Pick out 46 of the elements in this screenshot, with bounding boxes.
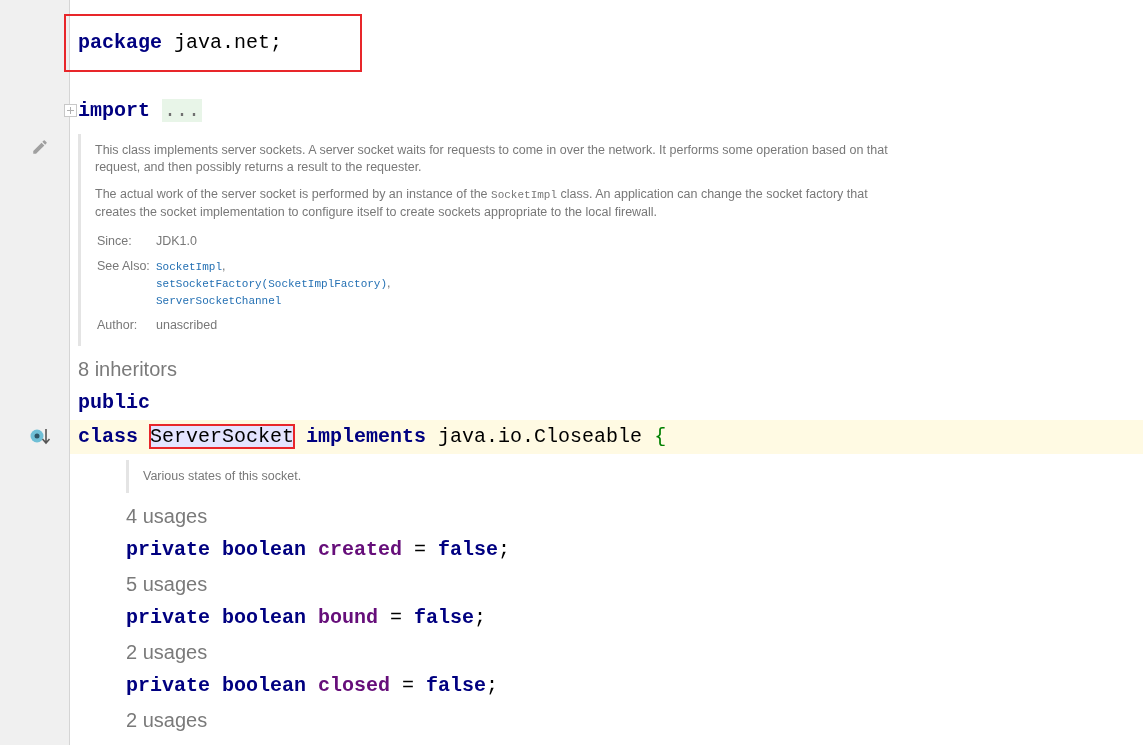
code-keyword: false xyxy=(426,674,487,697)
code-text: java.io.Closeable xyxy=(438,425,644,448)
folded-imports[interactable]: ... xyxy=(162,99,203,122)
field-name: created xyxy=(318,538,403,561)
code-text: = xyxy=(389,606,404,629)
code-keyword: package xyxy=(78,31,163,54)
code-keyword: private boolean xyxy=(126,674,308,697)
code-text: ; xyxy=(486,674,499,697)
code-text: = xyxy=(413,538,428,561)
code-text: = xyxy=(401,674,416,697)
pencil-icon[interactable] xyxy=(31,138,49,156)
doc-tag-value: , xyxy=(222,259,226,273)
doc-tag-label: See Also: xyxy=(96,258,151,275)
field-name: bound xyxy=(318,606,379,629)
code-keyword: class xyxy=(78,425,139,448)
code-brace: { xyxy=(654,425,667,448)
doc-paragraph: This class implements server sockets. A server socket waits for requests to come in over the network. It performs some operation based on that request, and then possibly returns a result to the requester. xyxy=(95,142,889,176)
field-name: closed xyxy=(318,674,391,697)
code-keyword: public xyxy=(78,391,150,414)
usage-hint[interactable]: 2 usages xyxy=(126,705,208,735)
fold-expand-icon[interactable] xyxy=(64,104,77,117)
code-keyword: false xyxy=(438,538,499,561)
doc-tag-value: JDK1.0 xyxy=(156,234,197,248)
code-text: ; xyxy=(474,606,487,629)
code-text: ServerSocket xyxy=(150,425,295,448)
usage-hint[interactable]: 4 usages xyxy=(126,501,208,531)
doc-link[interactable]: SocketImpl xyxy=(156,261,222,273)
code-keyword: import xyxy=(78,99,151,122)
usage-hint[interactable]: 5 usages xyxy=(126,569,208,599)
doc-link[interactable]: ServerSocketChannel xyxy=(156,295,282,307)
code-text: ; xyxy=(498,538,511,561)
doc-tag-label: Since: xyxy=(96,233,133,250)
doc-tag-value: , xyxy=(387,276,391,290)
doc-tag-value: unascribed xyxy=(156,318,218,332)
usage-hint[interactable]: 8 inheritors xyxy=(78,354,177,384)
code-keyword: implements xyxy=(305,425,428,448)
code-keyword: private boolean xyxy=(126,538,308,561)
doc-link[interactable]: setSocketFactory(SocketImplFactory) xyxy=(156,278,388,290)
code-keyword: private boolean xyxy=(126,606,308,629)
code-keyword: false xyxy=(414,606,475,629)
doc-tag-label: Author: xyxy=(96,317,139,334)
doc-paragraph: Various states of this socket. xyxy=(143,468,303,485)
usage-hint[interactable]: 2 usages xyxy=(126,637,208,667)
code-text: java.net; xyxy=(174,31,283,54)
implemented-marker-icon[interactable] xyxy=(29,427,51,447)
doc-paragraph: The actual work of the server socket is performed by an instance of the SocketImpl class. An application can change the socket factory that creates the socket implementation to configure itself to create sockets appropriate to the local firewall. xyxy=(95,186,869,221)
